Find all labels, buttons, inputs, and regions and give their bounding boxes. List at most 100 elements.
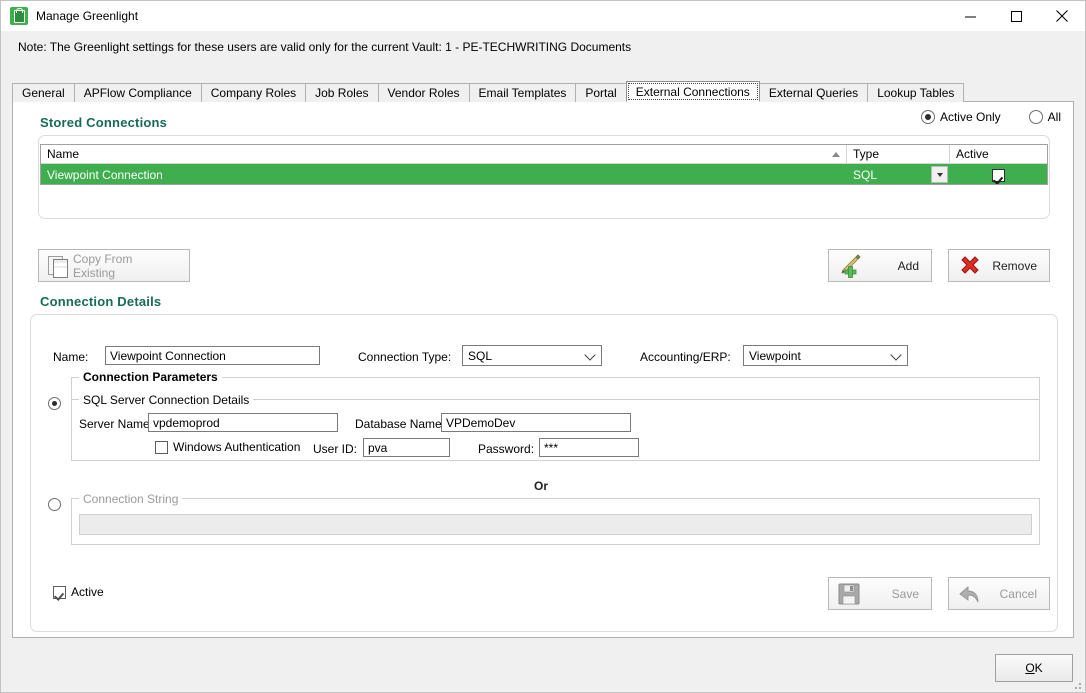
windows-authentication-label: Windows Authentication <box>173 440 301 454</box>
tab-label: Email Templates <box>478 86 567 100</box>
grid-header-name-label: Name <box>47 147 80 161</box>
radio-all-icon[interactable] <box>1028 110 1043 124</box>
manage-greenlight-window: Manage Greenlight Note: The Greenlight s… <box>0 0 1086 693</box>
radio-connection-string-mode[interactable] <box>48 498 61 511</box>
connection-details-title: Connection Details <box>40 294 162 309</box>
tab-external-connections[interactable]: External Connections <box>625 81 760 102</box>
copy-from-existing-label: Copy From Existing <box>73 251 133 280</box>
user-id-label: User ID: <box>313 442 358 456</box>
floppy-disk-icon <box>837 581 863 607</box>
chevron-down-icon[interactable] <box>890 348 902 361</box>
remove-button[interactable]: Remove <box>948 249 1050 282</box>
connection-string-legend: Connection String <box>79 492 183 506</box>
windows-authentication-checkbox[interactable]: Windows Authentication <box>155 440 300 454</box>
ok-button[interactable]: OK <box>995 654 1073 682</box>
tab-apflow-compliance[interactable]: APFlow Compliance <box>73 83 202 102</box>
cell-connection-type-label: SQL <box>853 168 878 182</box>
tab-portal[interactable]: Portal <box>575 83 627 102</box>
tab-label: Company Roles <box>210 86 297 100</box>
filter-all-label: All <box>1047 110 1061 124</box>
tab-label: APFlow Compliance <box>83 86 192 100</box>
resize-grip[interactable] <box>1071 679 1081 689</box>
vault-note-bar: Note: The Greenlight settings for these … <box>1 32 1085 62</box>
server-name-input[interactable]: vpdemoprod <box>148 413 338 432</box>
undo-arrow-icon <box>957 581 983 607</box>
accounting-erp-select[interactable]: Viewpoint <box>743 345 908 366</box>
tab-label: External Queries <box>768 86 859 100</box>
checkbox-windows-auth-icon[interactable] <box>155 440 168 454</box>
title-bar: Manage Greenlight <box>1 1 1085 31</box>
checkbox-row-active-icon[interactable] <box>992 168 1005 182</box>
filter-active-only[interactable]: Active Only <box>920 110 1001 124</box>
tab-job-roles[interactable]: Job Roles <box>305 83 379 102</box>
checkbox-active-icon[interactable] <box>53 585 66 599</box>
connection-type-value: SQL <box>468 348 493 363</box>
server-name-label: Server Name: <box>79 417 154 431</box>
tab-company-roles[interactable]: Company Roles <box>200 83 307 102</box>
tab-label: Portal <box>585 86 617 100</box>
minimize-icon[interactable] <box>947 1 993 31</box>
tab-label: Job Roles <box>315 86 369 100</box>
vault-note-text: Note: The Greenlight settings for these … <box>18 40 632 54</box>
accounting-erp-value: Viewpoint <box>749 348 801 363</box>
window-title: Manage Greenlight <box>36 9 139 23</box>
tab-label: Vendor Roles <box>387 86 460 100</box>
connection-type-label: Connection Type: <box>358 350 452 364</box>
password-input[interactable]: *** <box>539 438 639 457</box>
user-id-input[interactable]: pva <box>363 438 450 457</box>
grid-header-active[interactable]: Active <box>950 145 1047 163</box>
name-input[interactable]: Viewpoint Connection <box>105 346 320 365</box>
save-button[interactable]: Save <box>828 577 932 610</box>
tab-general[interactable]: General <box>12 83 75 102</box>
close-icon[interactable] <box>1039 1 1085 31</box>
cell-connection-type[interactable]: SQL <box>847 164 950 184</box>
filter-active-only-label: Active Only <box>939 110 1001 124</box>
cell-connection-name[interactable]: Viewpoint Connection <box>41 164 847 184</box>
password-label: Password: <box>478 442 535 456</box>
tab-vendor-roles[interactable]: Vendor Roles <box>377 83 470 102</box>
add-pen-plus-icon <box>837 253 863 279</box>
chevron-down-icon[interactable] <box>931 166 948 183</box>
connection-type-select[interactable]: SQL <box>462 345 602 366</box>
active-checkbox[interactable]: Active <box>53 585 104 599</box>
stored-connections-title: Stored Connections <box>40 115 168 130</box>
tab-email-templates[interactable]: Email Templates <box>468 83 577 102</box>
copy-from-existing-button[interactable]: Copy From Existing <box>38 249 190 282</box>
or-separator-label: Or <box>534 479 549 493</box>
grid-header-row: Name Type Active <box>41 145 1047 164</box>
grid-header-type[interactable]: Type <box>847 145 950 163</box>
cancel-label: Cancel <box>999 586 1037 601</box>
stored-connections-grid[interactable]: Name Type Active Viewpoint Connection SQ… <box>40 144 1048 185</box>
radio-active-only-icon[interactable] <box>920 110 935 124</box>
tab-label: General <box>22 86 65 100</box>
connection-string-input[interactable] <box>79 514 1032 535</box>
cell-connection-active[interactable] <box>950 164 1047 184</box>
name-label: Name: <box>53 350 89 364</box>
grid-header-type-label: Type <box>853 147 880 161</box>
external-connections-page: Active Only All Stored Connections Name … <box>12 101 1074 638</box>
sql-server-details-legend: SQL Server Connection Details <box>79 393 254 407</box>
connection-filter-group: Active Only All <box>920 110 1061 124</box>
greenlight-app-icon <box>10 7 28 25</box>
chevron-down-icon[interactable] <box>584 348 596 361</box>
database-name-label: Database Name: <box>355 417 446 431</box>
filter-all[interactable]: All <box>1028 110 1061 124</box>
tab-external-queries[interactable]: External Queries <box>758 83 869 102</box>
add-label: Add <box>897 258 919 273</box>
grid-header-name[interactable]: Name <box>41 145 847 163</box>
table-row[interactable]: Viewpoint Connection SQL <box>41 164 1047 184</box>
active-label: Active <box>71 585 104 599</box>
remove-label: Remove <box>992 258 1037 273</box>
sort-ascending-icon <box>832 152 840 157</box>
cancel-button[interactable]: Cancel <box>948 577 1050 610</box>
maximize-icon[interactable] <box>993 1 1039 31</box>
radio-connection-parameters-mode[interactable] <box>48 397 61 410</box>
tab-strip: General APFlow Compliance Company Roles … <box>12 81 965 102</box>
database-name-input[interactable]: VPDemoDev <box>441 413 631 432</box>
add-button[interactable]: Add <box>828 249 932 282</box>
tab-lookup-tables[interactable]: Lookup Tables <box>867 83 965 102</box>
save-label: Save <box>891 586 919 601</box>
copy-pages-icon <box>47 253 73 279</box>
ok-button-label: OK <box>1025 661 1043 675</box>
window-controls <box>947 1 1085 31</box>
